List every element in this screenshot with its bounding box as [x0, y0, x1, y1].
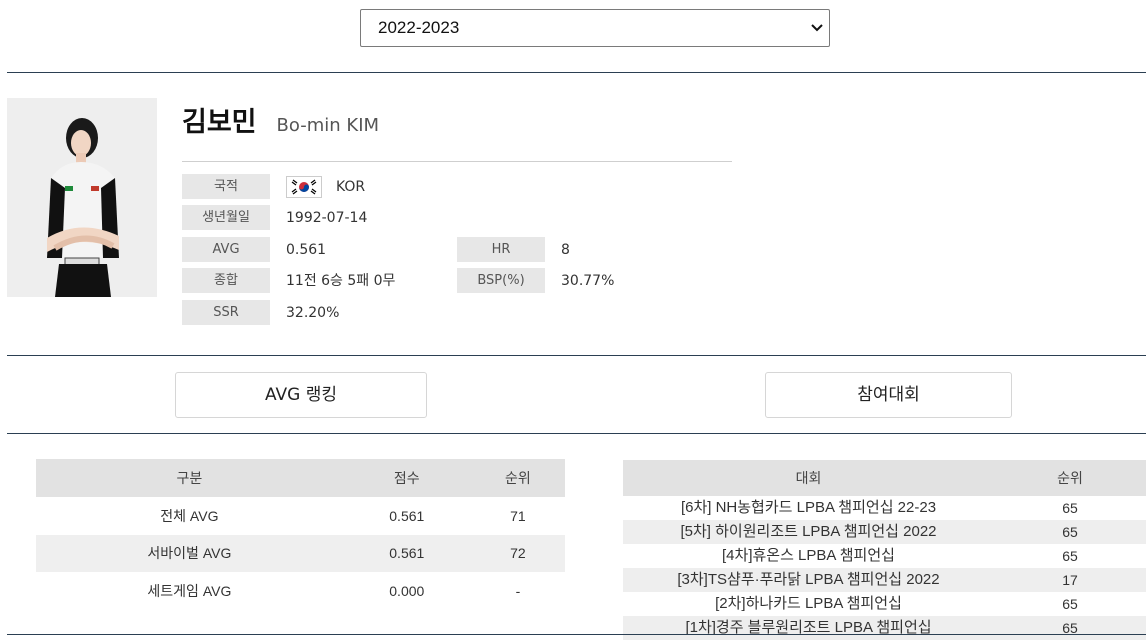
tournament-rank: 65 [1062, 596, 1078, 612]
nationality-label: 국적 [182, 174, 270, 199]
tournament-name[interactable]: [4차]휴온스 LPBA 챔피언십 [623, 544, 994, 568]
table-row[interactable]: [3차]TS샴푸·푸라닭 LPBA 챔피언십 2022 17 [623, 568, 1146, 592]
table-row[interactable]: [2차]하나카드 LPBA 챔피언십 65 [623, 592, 1146, 616]
hr-value: 8 [561, 242, 570, 258]
player-photo [7, 98, 157, 297]
tournament-rank: 17 [994, 568, 1146, 592]
table-cell: 전체 AVG [160, 507, 219, 524]
table-row: 세트게임 AVG 0.000 - [36, 572, 565, 610]
table-header-row: 구분 점수 순위 [36, 459, 565, 497]
player-name-english: Bo-min KIM [276, 115, 380, 136]
tournament-name[interactable]: [2차]하나카드 LPBA 챔피언십 [623, 592, 994, 616]
table-row[interactable]: [5차] 하이원리조트 LPBA 챔피언십 2022 65 [623, 520, 1146, 544]
name-divider [182, 161, 732, 162]
section-divider [7, 433, 1146, 434]
table-row[interactable]: [1차]경주 블루원리조트 LPBA 챔피언십 65 [623, 616, 1146, 640]
col-header-category: 구분 [36, 459, 343, 497]
season-select[interactable]: 2022-2023 [360, 9, 830, 47]
table-cell: 71 [510, 507, 526, 524]
nationality-value: KOR [336, 179, 366, 195]
tournament-rank: 65 [994, 520, 1146, 544]
korea-flag-icon [286, 176, 322, 198]
tournament-name[interactable]: [1차]경주 블루원리조트 LPBA 챔피언십 [623, 616, 994, 640]
birth-value: 1992-07-14 [286, 210, 368, 226]
section-divider [7, 72, 1146, 73]
season-selector[interactable]: 2022-2023 [360, 9, 830, 47]
birth-label: 생년월일 [182, 205, 270, 230]
col-header-rank: 순위 [994, 460, 1146, 496]
section-divider [7, 634, 1146, 635]
table-cell: 72 [470, 534, 565, 572]
avg-label: AVG [182, 237, 270, 262]
tournament-name[interactable]: [5차] 하이원리조트 LPBA 챔피언십 2022 [623, 520, 994, 544]
season-select-value: 2022-2023 [378, 18, 460, 37]
tournament-name[interactable]: [6차] NH농협카드 LPBA 챔피언십 22-23 [623, 496, 994, 520]
player-name-korean: 김보민 [182, 107, 257, 138]
hr-label: HR [457, 237, 545, 262]
table-row[interactable]: [4차]휴온스 LPBA 챔피언십 65 [623, 544, 1146, 568]
tournament-rank: 65 [994, 616, 1146, 640]
bsp-value: 30.77% [561, 273, 615, 289]
table-cell: 0.000 [389, 582, 425, 599]
section-divider [7, 355, 1146, 356]
tournament-rank: 65 [1062, 548, 1078, 564]
col-header-rank: 순위 [470, 459, 565, 497]
player-name: 김보민 Bo-min KIM [182, 100, 379, 140]
avg-ranking-button[interactable]: AVG 랭킹 [175, 372, 427, 418]
tournaments-button[interactable]: 참여대회 [765, 372, 1012, 418]
tournaments-table: 대회 순위 [6차] NH농협카드 LPBA 챔피언십 22-23 65 [5차… [623, 460, 1146, 640]
table-cell: 0.561 [342, 534, 471, 572]
table-cell: 서바이벌 AVG [36, 534, 343, 572]
ssr-value: 32.20% [286, 305, 340, 321]
col-header-score: 점수 [342, 459, 471, 497]
table-cell: 세트게임 AVG [147, 582, 232, 599]
tournament-name[interactable]: [3차]TS샴푸·푸라닭 LPBA 챔피언십 2022 [623, 568, 994, 592]
table-cell: 0.561 [389, 507, 425, 524]
overall-value: 11전 6승 5패 0무 [286, 273, 396, 289]
table-row: 서바이벌 AVG 0.561 72 [36, 534, 565, 572]
table-row: 전체 AVG 0.561 71 [36, 497, 565, 535]
table-row[interactable]: [6차] NH농협카드 LPBA 챔피언십 22-23 65 [623, 496, 1146, 520]
table-header-row: 대회 순위 [623, 460, 1146, 496]
table-cell: - [515, 582, 521, 599]
overall-label: 종합 [182, 268, 270, 293]
avg-table: 구분 점수 순위 전체 AVG 0.561 71 서바이벌 AVG 0.561 … [36, 459, 565, 610]
bsp-label: BSP(%) [457, 268, 545, 293]
avg-value: 0.561 [286, 242, 327, 258]
chevron-down-icon [811, 24, 823, 32]
ssr-label: SSR [182, 300, 270, 325]
col-header-tournament: 대회 [623, 460, 994, 496]
tournament-rank: 65 [1062, 500, 1078, 516]
